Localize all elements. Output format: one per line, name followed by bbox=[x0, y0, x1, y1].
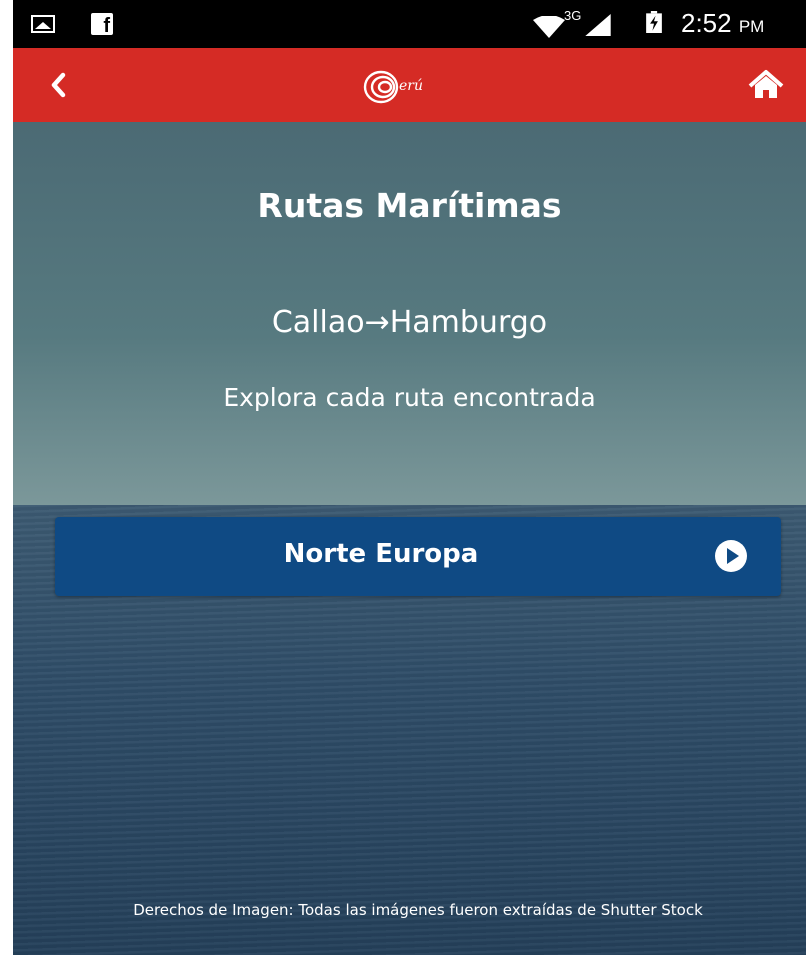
image-credits: Derechos de Imagen: Todas las imágenes f… bbox=[133, 901, 703, 919]
route-button-label: Norte Europa bbox=[283, 539, 479, 569]
logo-text: erú bbox=[399, 78, 423, 94]
status-bar: f 3G 2:52 PM bbox=[13, 0, 806, 48]
peru-logo: erú bbox=[363, 70, 423, 104]
wifi-icon bbox=[533, 16, 565, 38]
network-type: 3G bbox=[564, 8, 582, 23]
route-label: Callao→Hamburgo bbox=[271, 305, 548, 340]
battery-icon bbox=[646, 11, 662, 33]
app-screen: f 3G 2:52 PM erú Rutas Marítimas Callao→… bbox=[13, 0, 806, 955]
play-circle-icon bbox=[715, 540, 747, 572]
back-icon[interactable] bbox=[43, 68, 77, 102]
page-title: Rutas Marítimas bbox=[257, 186, 562, 225]
gallery-icon bbox=[31, 15, 55, 33]
clock: 2:52 PM bbox=[681, 8, 764, 39]
facebook-icon: f bbox=[91, 13, 113, 37]
clock-ampm: PM bbox=[738, 17, 765, 36]
page-subtitle: Explora cada ruta encontrada bbox=[223, 383, 596, 412]
signal-icon bbox=[585, 14, 611, 36]
home-icon[interactable] bbox=[748, 68, 784, 102]
route-button-norte-europa[interactable]: Norte Europa bbox=[55, 517, 781, 596]
app-bar: erú bbox=[13, 48, 806, 122]
clock-time: 2:52 bbox=[681, 8, 732, 38]
